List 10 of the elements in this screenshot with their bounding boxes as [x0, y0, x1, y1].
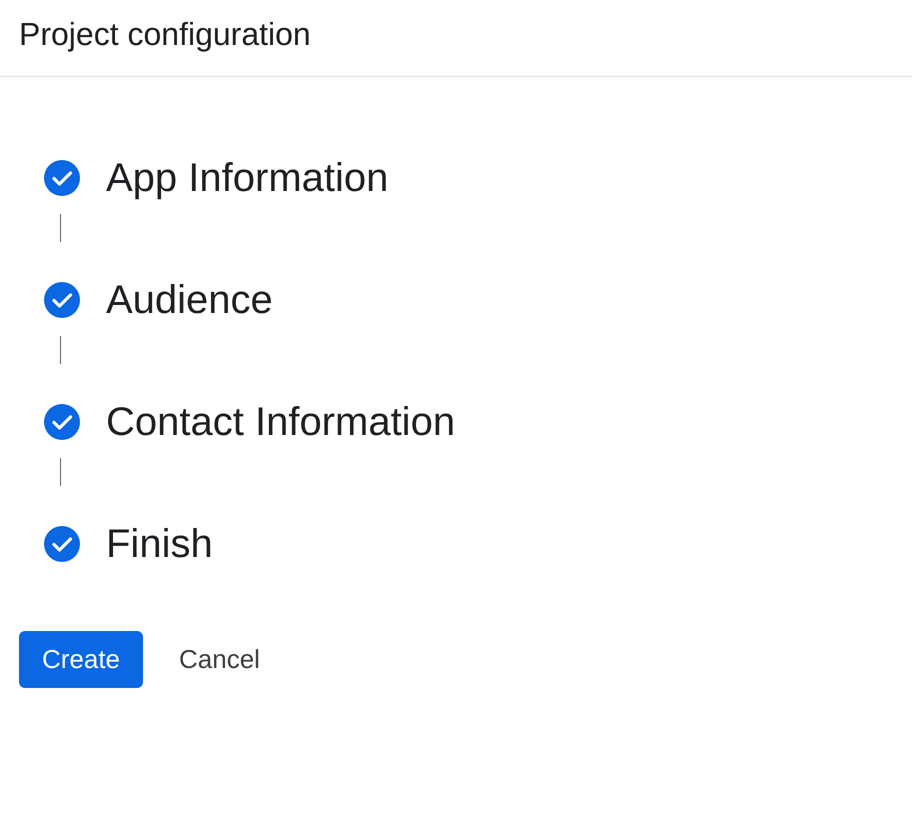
step-connector: [60, 336, 61, 364]
page-title: Project configuration: [19, 15, 311, 54]
step-label: Contact Information: [106, 399, 456, 446]
cancel-button[interactable]: Cancel: [161, 631, 278, 688]
create-button[interactable]: Create: [19, 631, 143, 688]
step-label: Finish: [106, 521, 213, 568]
step-connector: [60, 214, 61, 242]
step-label: App Information: [106, 155, 388, 202]
step-connector: [60, 458, 61, 486]
step-label: Audience: [106, 277, 273, 324]
